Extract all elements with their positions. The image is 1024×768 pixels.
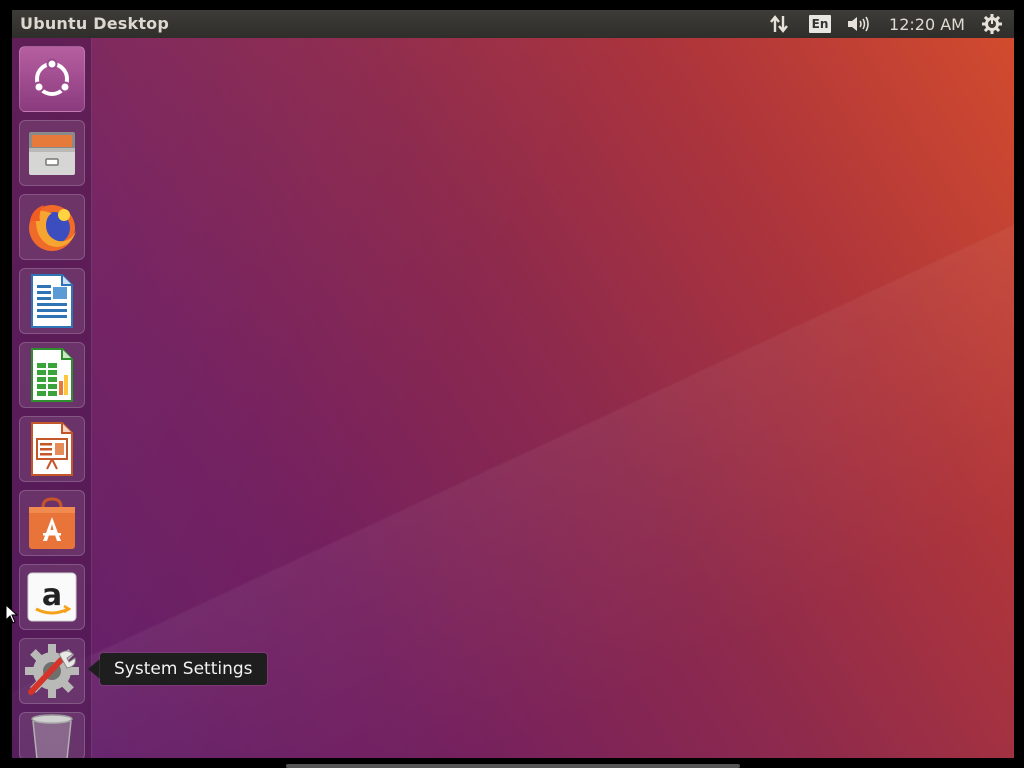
launcher-amazon-button[interactable]: a xyxy=(19,564,85,630)
launcher-files-button[interactable] xyxy=(19,120,85,186)
launcher-firefox-button[interactable] xyxy=(19,194,85,260)
screen: Ubuntu Desktop En 12:20 AM a System Sett… xyxy=(0,0,1024,768)
file-cabinet-icon xyxy=(29,132,75,175)
firefox-icon xyxy=(29,205,76,251)
launcher-trash-button[interactable] xyxy=(19,712,85,760)
mouse-cursor-icon xyxy=(5,603,19,629)
launcher-dash-button[interactable] xyxy=(19,46,85,112)
tooltip-arrow xyxy=(88,659,100,679)
top-panel: Ubuntu Desktop En 12:20 AM xyxy=(12,10,1014,38)
launcher-software-button[interactable] xyxy=(19,490,85,556)
clock[interactable]: 12:20 AM xyxy=(886,10,968,38)
svg-text:a: a xyxy=(42,578,62,613)
calc-spreadsheet-icon xyxy=(31,348,73,402)
bottom-scroll-handle xyxy=(286,764,740,768)
impress-presentation-icon xyxy=(31,422,73,476)
settings-gear-wrench-icon xyxy=(25,644,79,698)
panel-app-title[interactable]: Ubuntu Desktop xyxy=(20,14,169,33)
launcher-system-settings-button[interactable] xyxy=(19,638,85,704)
writer-document-icon xyxy=(31,274,73,328)
volume-icon[interactable] xyxy=(844,10,872,38)
ubuntu-dash-icon xyxy=(33,58,71,96)
launcher-calc-button[interactable] xyxy=(19,342,85,408)
trash-icon xyxy=(31,714,73,759)
power-gear-icon[interactable] xyxy=(980,10,1004,38)
launcher: a xyxy=(12,38,92,760)
desktop-wallpaper[interactable] xyxy=(12,38,1014,758)
launcher-impress-button[interactable] xyxy=(19,416,85,482)
keyboard-layout-label: En xyxy=(808,15,832,33)
launcher-tooltip: System Settings xyxy=(100,653,267,685)
keyboard-layout-indicator[interactable]: En xyxy=(807,10,833,38)
amazon-icon: a xyxy=(27,572,77,622)
software-bag-icon xyxy=(29,497,75,549)
launcher-writer-button[interactable] xyxy=(19,268,85,334)
network-icon[interactable] xyxy=(766,10,792,38)
